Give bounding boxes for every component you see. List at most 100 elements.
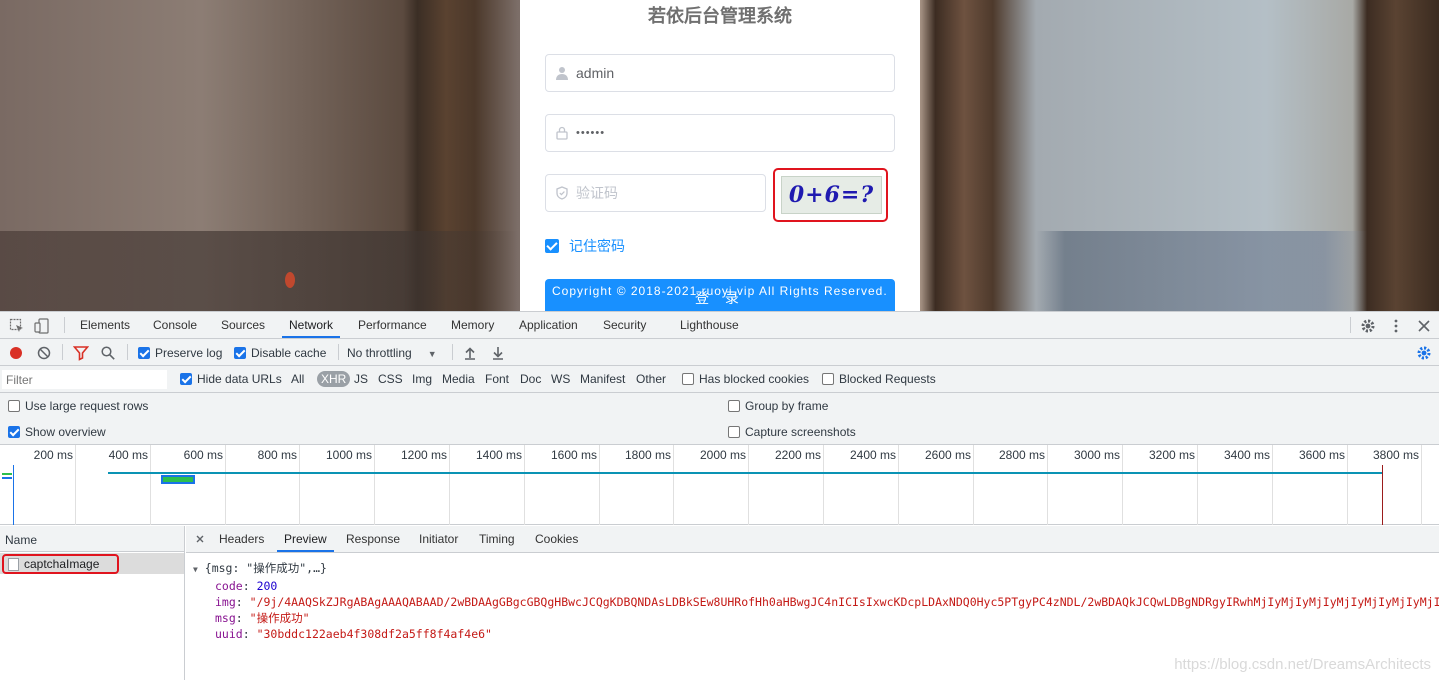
detail-tab-response[interactable]: Response: [346, 526, 400, 552]
timeline-tick-label: 1000 ms: [325, 448, 372, 462]
timeline-gridline: [75, 445, 76, 525]
username-value: admin: [576, 65, 615, 81]
checkbox-unchecked-icon: [682, 373, 694, 385]
timeline-tick-label: 3200 ms: [1148, 448, 1195, 462]
json-row-uuid: uuid: "30bddc122aeb4f308df2a5ff8f4af4e6": [215, 627, 492, 641]
timeline-gridline: [599, 445, 600, 525]
json-value: "/9j/4AAQSkZJRgABAgAAAQABAAD/2wBDAAgGBgc…: [249, 595, 1439, 609]
captcha-placeholder: 验证码: [576, 185, 618, 201]
captcha-input[interactable]: 验证码: [545, 174, 766, 212]
inspect-element-icon[interactable]: [9, 318, 25, 334]
filter-type-doc[interactable]: Doc: [520, 372, 541, 386]
timeline-tick-label: 600 ms: [183, 448, 223, 462]
filter-type-manifest[interactable]: Manifest: [580, 372, 625, 386]
name-column-header[interactable]: Name: [0, 526, 184, 552]
json-row-img: img: "/9j/4AAQSkZJRgABAgAAAQABAAD/2wBDAA…: [193, 594, 1439, 610]
timeline-tick-label: 3600 ms: [1298, 448, 1345, 462]
tab-application[interactable]: Application: [519, 312, 578, 338]
filter-type-css[interactable]: CSS: [378, 372, 403, 386]
tab-lighthouse[interactable]: Lighthouse: [680, 312, 739, 338]
disable-cache-checkbox[interactable]: Disable cache: [234, 346, 326, 360]
file-icon: [8, 558, 19, 571]
checkbox-checked-icon: [545, 239, 559, 253]
filter-type-xhr[interactable]: XHR: [317, 371, 351, 387]
timeline-tick-label: 2200 ms: [774, 448, 821, 462]
filter-type-img[interactable]: Img: [412, 372, 432, 386]
settings-gear-icon[interactable]: [1360, 318, 1376, 334]
network-settings-gear-icon[interactable]: [1416, 345, 1432, 361]
checkbox-checked-icon: [138, 347, 150, 359]
timeline-gridline: [973, 445, 974, 525]
tab-memory[interactable]: Memory: [451, 312, 494, 338]
preserve-log-checkbox[interactable]: Preserve log: [138, 346, 222, 360]
filter-icon[interactable]: [73, 345, 89, 361]
json-key: uuid: [215, 627, 243, 641]
show-overview-label: Show overview: [25, 425, 106, 439]
captcha-image[interactable]: 0+6=?: [781, 176, 882, 214]
filter-type-font[interactable]: Font: [485, 372, 509, 386]
filter-type-js[interactable]: JS: [354, 372, 368, 386]
filter-bar: Hide data URLs All XHR JS CSS Img Media …: [0, 366, 1439, 393]
json-key: msg: [215, 611, 236, 625]
large-rows-checkbox[interactable]: Use large request rows: [8, 399, 148, 413]
import-har-icon[interactable]: [462, 345, 478, 361]
group-by-frame-checkbox[interactable]: Group by frame: [728, 399, 828, 413]
record-icon[interactable]: [8, 345, 24, 361]
expand-triangle-icon: ▼: [193, 565, 198, 574]
more-options-icon[interactable]: [1388, 318, 1404, 334]
username-field[interactable]: admin: [545, 54, 895, 92]
login-page-background: 若依后台管理系统 admin •••••• 验证码 0+6=? 记住密码 登 录…: [0, 0, 1439, 311]
blocked-requests-checkbox[interactable]: Blocked Requests: [822, 372, 936, 386]
remember-password-checkbox[interactable]: 记住密码: [545, 236, 625, 256]
clear-icon[interactable]: [36, 345, 52, 361]
tab-performance[interactable]: Performance: [358, 312, 427, 338]
divider: [62, 344, 63, 360]
shield-icon: [556, 186, 568, 200]
request-row[interactable]: captchaImage: [0, 553, 184, 574]
filter-type-all[interactable]: All: [291, 372, 304, 386]
checkbox-unchecked-icon: [822, 373, 834, 385]
filter-type-other[interactable]: Other: [636, 372, 666, 386]
detail-tab-initiator[interactable]: Initiator: [419, 526, 458, 552]
captcha-text: 0+6=?: [788, 182, 875, 208]
filter-input[interactable]: [2, 370, 167, 389]
detail-tab-headers[interactable]: Headers: [219, 526, 264, 552]
tab-elements[interactable]: Elements: [80, 312, 130, 338]
show-overview-checkbox[interactable]: Show overview: [8, 425, 106, 439]
tab-console[interactable]: Console: [153, 312, 197, 338]
close-icon[interactable]: [192, 531, 208, 547]
detail-tab-timing[interactable]: Timing: [479, 526, 515, 552]
device-toolbar-icon[interactable]: [34, 318, 50, 334]
has-blocked-cookies-checkbox[interactable]: Has blocked cookies: [682, 372, 809, 386]
login-card: 若依后台管理系统 admin •••••• 验证码 0+6=? 记住密码 登 录: [520, 0, 920, 311]
network-overview-timeline[interactable]: 200 ms 400 ms 600 ms 800 ms 1000 ms 1200 ms 14…: [0, 445, 1439, 525]
tab-network[interactable]: Network: [282, 312, 341, 338]
password-field[interactable]: ••••••: [545, 114, 895, 152]
export-har-icon[interactable]: [490, 345, 506, 361]
tab-sources[interactable]: Sources: [221, 312, 265, 338]
devtools-tab-bar: Elements Console Sources Network Perform…: [0, 312, 1439, 339]
detail-tab-cookies[interactable]: Cookies: [535, 526, 578, 552]
tab-security[interactable]: Security: [603, 312, 646, 338]
hide-data-urls-checkbox[interactable]: Hide data URLs: [180, 372, 282, 386]
network-options-row: Use large request rows Group by frame: [0, 393, 1439, 419]
has-blocked-cookies-label: Has blocked cookies: [699, 372, 810, 386]
json-key: code: [215, 579, 243, 593]
filter-type-ws[interactable]: WS: [551, 372, 570, 386]
close-devtools-icon[interactable]: [1416, 318, 1432, 334]
checkbox-checked-icon: [180, 373, 192, 385]
request-timeline-bar: [161, 475, 195, 484]
timeline-gridline: [1197, 445, 1198, 525]
watermark-text: https://blog.csdn.net/DreamsArchitects: [1174, 656, 1431, 673]
detail-tab-preview[interactable]: Preview: [277, 526, 334, 552]
timeline-tick-label: 2600 ms: [924, 448, 971, 462]
timeline-gridline: [299, 445, 300, 525]
capture-screenshots-checkbox[interactable]: Capture screenshots: [728, 425, 856, 439]
throttling-select[interactable]: No throttling ▼: [347, 346, 437, 360]
timeline-tick-label: 3000 ms: [1073, 448, 1120, 462]
timeline-tick-label: 1600 ms: [550, 448, 597, 462]
filter-type-media[interactable]: Media: [442, 372, 475, 386]
search-icon[interactable]: [100, 345, 116, 361]
json-root-row[interactable]: ▼ {msg: "操作成功",…}: [193, 560, 1439, 578]
json-preview: ▼ {msg: "操作成功",…} code: 200 img: "/9j/4A…: [193, 560, 1439, 642]
